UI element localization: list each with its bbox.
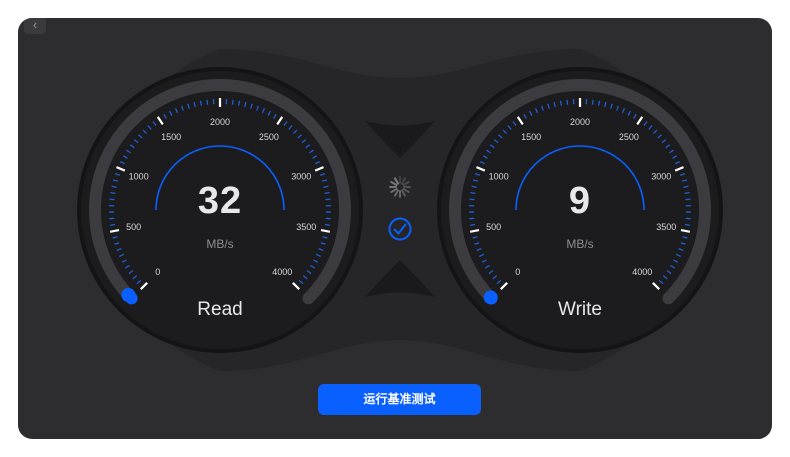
read-minor-tick: [324, 191, 330, 195]
gauges-panel: 0 500 1000 1500 2000 2500 3000 3500 4000 0 500 100…: [77, 49, 723, 371]
write-tick-label: 1500: [521, 132, 541, 142]
read-tick-label: 1000: [129, 171, 149, 181]
read-minor-tick: [109, 223, 116, 226]
write-minor-tick: [559, 100, 563, 106]
read-minor-tick: [231, 99, 234, 105]
write-tick-label: 3500: [656, 222, 676, 232]
write-tick-label: 3000: [651, 171, 671, 181]
read-minor-tick: [206, 99, 209, 105]
write-minor-tick: [566, 99, 569, 105]
read-tick-label: 3500: [296, 222, 316, 232]
write-minor-tick: [470, 191, 476, 195]
write-value: 9: [568, 180, 592, 222]
read-tick-label: 1500: [161, 132, 181, 142]
read-tick-label: 2500: [259, 132, 279, 142]
read-minor-tick: [110, 191, 116, 195]
read-tick-label: 500: [126, 222, 141, 232]
read-minor-tick: [324, 223, 331, 226]
write-label: Write: [558, 299, 602, 320]
read-tick-label: 3000: [291, 171, 311, 181]
read-tick-label: 2000: [210, 117, 230, 127]
read-minor-tick: [199, 100, 203, 106]
read-value: 32: [197, 180, 243, 222]
read-minor-tick: [237, 100, 241, 106]
write-tick-label: 500: [486, 222, 501, 232]
app-window: ‹ 0 500 1000 1500 2000 2500 3000 3500 4000 0 500 1…: [18, 18, 772, 439]
run-benchmark-button[interactable]: 运行基准测试: [318, 384, 481, 415]
write-tick-label: 1000: [489, 171, 509, 181]
write-tick-label: 4000: [632, 267, 652, 277]
write-unit: MB/s: [566, 237, 594, 251]
read-tick-label: 0: [155, 267, 160, 277]
write-minor-tick: [591, 99, 594, 105]
write-tick-label: 0: [515, 267, 520, 277]
write-knob: [483, 290, 498, 305]
read-label: Read: [197, 299, 243, 320]
write-tick-label: 2500: [619, 132, 639, 142]
write-minor-tick: [469, 223, 476, 226]
write-tick-label: 2000: [570, 117, 590, 127]
read-tick-label: 4000: [272, 267, 292, 277]
write-minor-tick: [684, 223, 691, 226]
write-minor-tick: [597, 100, 601, 106]
write-minor-tick: [684, 191, 690, 195]
read-knob: [121, 287, 136, 302]
read-unit: MB/s: [206, 237, 234, 251]
